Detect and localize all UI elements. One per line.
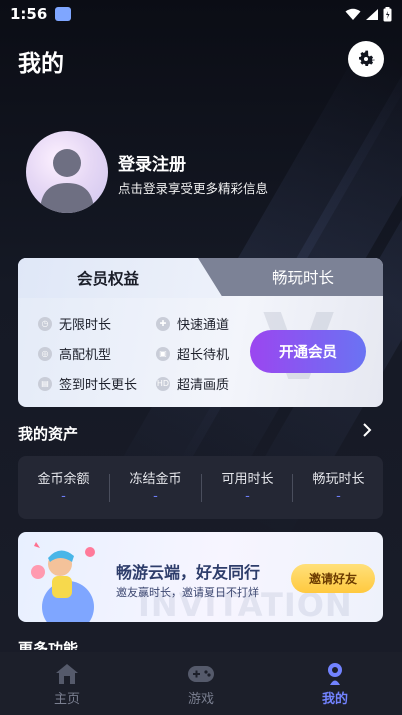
home-icon (56, 664, 78, 684)
open-vip-button[interactable]: 开通会员 (250, 330, 366, 373)
nav-item-home[interactable]: 主页 (0, 652, 134, 715)
notification-app-icon (55, 7, 72, 21)
status-bar: 1:56 (0, 0, 402, 28)
login-register-link[interactable]: 登录注册 (118, 150, 186, 175)
wifi-icon (345, 8, 361, 20)
chevron-right-icon[interactable] (362, 423, 372, 441)
asset-play-time[interactable]: 畅玩时长 - (293, 456, 384, 519)
banner-illustration (31, 542, 95, 622)
asset-available-time[interactable]: 可用时长 - (202, 456, 293, 519)
bottom-nav: 主页 游戏 我的 (0, 652, 402, 715)
gear-icon (359, 50, 375, 66)
invite-friends-button[interactable]: 邀请好友 (291, 564, 375, 593)
battery-icon (383, 6, 392, 21)
signal-icon (366, 8, 378, 20)
clock-icon: ◷ (38, 316, 52, 331)
benefit-hd: HD 超清画质 (156, 376, 230, 393)
banner-title: 畅游云端，好友同行 (116, 563, 261, 582)
standby-icon: ▣ (156, 346, 170, 361)
hd-icon: HD (156, 376, 170, 391)
benefit-fast-lane: ✚ 快速通道 (156, 314, 229, 333)
avatar[interactable] (26, 131, 108, 213)
gamepad-icon (188, 666, 214, 682)
asset-frozen-coins[interactable]: 冻结金币 - (110, 456, 201, 519)
tab-play-time[interactable]: 畅玩时长 (223, 258, 383, 296)
calendar-icon: ▤ (38, 376, 52, 391)
more-features-title: 更多功能 (18, 640, 79, 650)
benefit-high-spec: ◎ 高配机型 (38, 344, 111, 363)
benefit-long-standby: ▣ 超长待机 (156, 344, 229, 363)
asset-coin-balance[interactable]: 金币余额 - (18, 456, 109, 519)
tab-member-benefits[interactable]: 会员权益 (18, 258, 223, 298)
fast-lane-icon: ✚ (156, 316, 170, 331)
profile-icon (328, 663, 342, 685)
login-hint[interactable]: 点击登录享受更多精彩信息 (118, 178, 268, 197)
status-time: 1:56 (10, 5, 48, 23)
banner-subtitle: 邀友赢时长，邀请夏日不打烊 (116, 586, 259, 599)
membership-card: 会员权益 畅玩时长 V ◷ 无限时长 ✚ 快速通道 ◎ 高配机型 ▣ 超长待机 … (18, 258, 383, 407)
nav-item-mine[interactable]: 我的 (268, 652, 402, 715)
assets-title: 我的资产 (18, 425, 79, 443)
device-icon: ◎ (38, 346, 52, 361)
settings-button[interactable] (348, 41, 384, 77)
default-avatar-icon (40, 149, 94, 213)
page-title: 我的 (18, 51, 64, 77)
assets-panel: 金币余额 - 冻结金币 - 可用时长 - 畅玩时长 - (18, 456, 383, 519)
invite-banner[interactable]: INVITATION 畅游云端，好友同行 邀友赢时长，邀请夏日不打烊 邀请好友 (18, 532, 383, 622)
nav-item-games[interactable]: 游戏 (134, 652, 268, 715)
benefit-checkin: ▤ 签到时长更长 (38, 374, 137, 393)
benefit-unlimited-time: ◷ 无限时长 (38, 314, 111, 333)
